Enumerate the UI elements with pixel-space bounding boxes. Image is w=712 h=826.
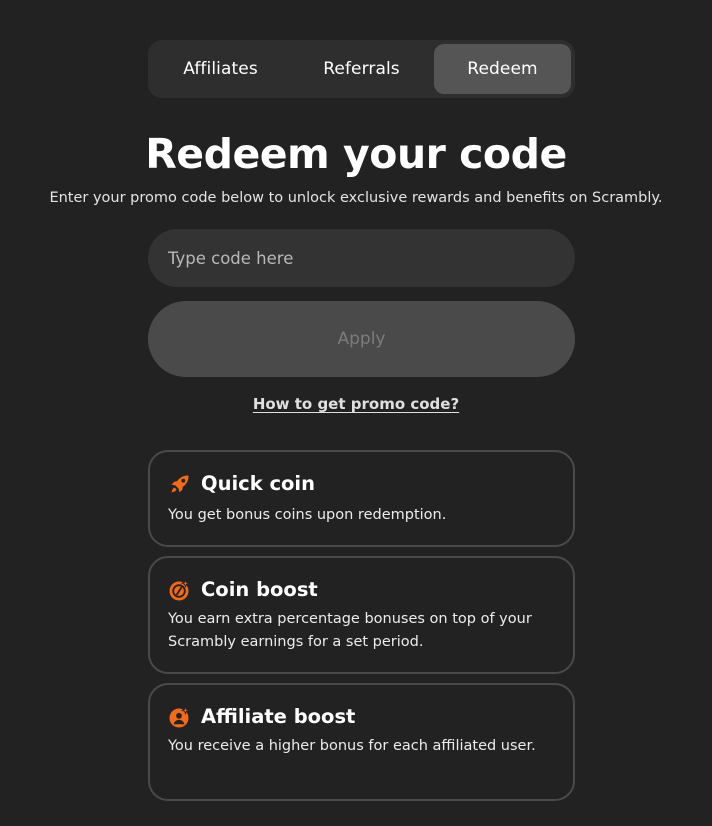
apply-button[interactable]: Apply [148,301,575,377]
rocket-icon [171,475,189,493]
benefit-card-coin-boost: Coin boost You earn extra percentage bon… [148,556,575,674]
page-title: Redeem your code [145,130,567,178]
benefit-card-header: Affiliate boost [168,705,555,729]
benefit-card-header: Quick coin [168,472,555,496]
how-to-get-promo-code-link[interactable]: How to get promo code? [0,393,712,415]
affiliate-boost-icon [169,705,191,728]
redeem-tabs: Affiliates Referrals Redeem [148,40,575,98]
benefit-card-affiliate-boost: Affiliate boost You receive a higher bon… [148,683,575,801]
benefit-description: You get bonus coins upon redemption. [168,507,447,523]
benefit-title: Quick coin [201,472,315,495]
tab-referrals[interactable]: Referrals [293,44,430,94]
benefit-title: Coin boost [201,578,318,601]
page-subtitle: Enter your promo code below to unlock ex… [49,190,663,206]
tab-redeem[interactable]: Redeem [434,44,571,94]
benefit-card-quick-coin: Quick coin You get bonus coins upon rede… [148,450,575,547]
coin-boost-icon [169,578,191,601]
benefit-description: You earn extra percentage bonuses on top… [168,611,532,650]
benefit-description: You receive a higher bonus for each affi… [168,738,536,754]
benefit-card-header: Coin boost [168,578,555,602]
benefit-title: Affiliate boost [201,705,356,728]
promo-code-input[interactable] [148,229,575,287]
tab-affiliates[interactable]: Affiliates [152,44,289,94]
